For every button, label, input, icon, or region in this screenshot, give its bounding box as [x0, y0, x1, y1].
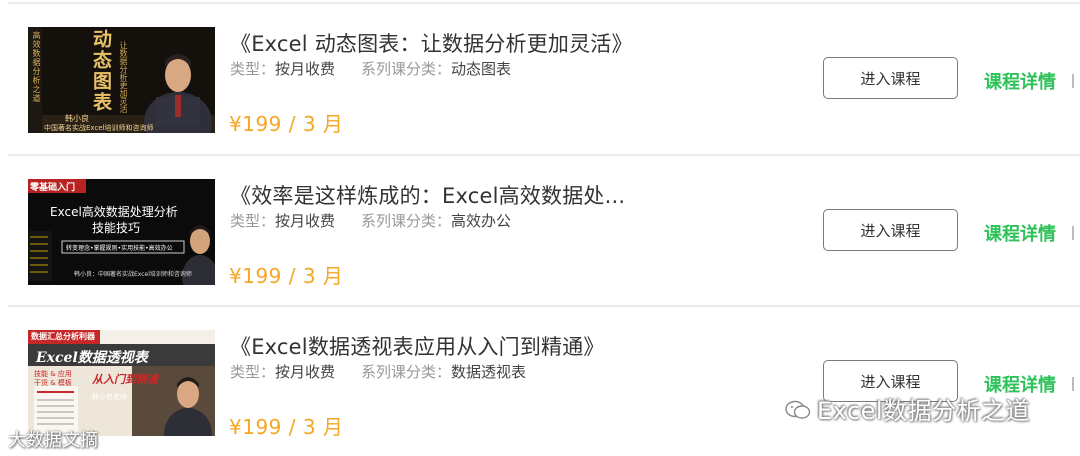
course-thumbnail[interactable]: 零基础入门 Excel高效数据处理分析 技能技巧 转变理念•掌握规则•实用技能•…	[28, 179, 215, 285]
course-thumbnail[interactable]: 数据汇总分析利器 Excel数据透视表 技能 & 应用 干货 & 模板 从入门到…	[28, 330, 215, 436]
watermark-text: Excel数据分析之道	[817, 397, 1031, 425]
course-detail-link[interactable]: 课程详情	[984, 68, 1056, 94]
enter-course-button[interactable]: 进入课程	[823, 57, 958, 99]
type-label: 类型：	[230, 363, 276, 381]
thumb-caption: 韩小良：中国著名实战Excel培训师和咨询师	[74, 271, 192, 278]
watermark-account: Excel数据分析之道	[785, 391, 1030, 426]
row-separator-tick	[1072, 74, 1074, 88]
thumb-badge: 零基础入门	[30, 183, 76, 193]
category-label: 系列课分类：	[361, 212, 452, 230]
thumb-headline: Excel数据透视表	[36, 350, 148, 366]
category-value: 高效办公	[451, 212, 512, 230]
type-value: 按月收费	[275, 60, 336, 78]
category-label: 系列课分类：	[361, 363, 452, 381]
course-price: ¥199 / 3 月	[229, 415, 344, 439]
thumb-sub-text: 让数据分析更加灵活	[119, 41, 128, 113]
type-value: 按月收费	[275, 212, 336, 230]
course-title[interactable]: 《效率是这样炼成的：Excel高效数据处...	[230, 180, 625, 210]
thumb-headline: Excel高效数据处理分析	[50, 205, 178, 219]
thumb-badge: 数据汇总分析利器	[31, 332, 95, 341]
row-separator-tick	[1072, 377, 1074, 391]
course-meta: 类型：按月收费 系列课分类：高效办公	[230, 210, 511, 231]
row-separator-tick	[1072, 226, 1074, 240]
category-value: 动态图表	[451, 60, 512, 78]
type-label: 类型：	[230, 60, 276, 78]
thumb-headline: 动态图表	[90, 29, 112, 113]
course-detail-link[interactable]: 课程详情	[984, 220, 1056, 246]
wechat-icon	[785, 398, 811, 426]
watermark-source: 大数据文摘	[8, 430, 98, 451]
course-row-1: 高效数据分析之道 动态图表 让数据分析更加灵活 韩小良 中国著名实战Excel培…	[0, 4, 1080, 154]
thumb-author: 韩小良老师	[92, 393, 127, 401]
thumb-tag-2: 干货 & 模板	[34, 379, 72, 387]
course-price: ¥199 / 3 月	[229, 112, 344, 136]
enter-course-button[interactable]: 进入课程	[823, 209, 958, 251]
category-label: 系列课分类：	[361, 60, 452, 78]
type-value: 按月收费	[275, 363, 336, 381]
course-meta: 类型：按月收费 系列课分类：数据透视表	[230, 361, 526, 382]
course-price: ¥199 / 3 月	[229, 264, 344, 288]
thumb-side-text: 高效数据分析之道	[32, 31, 41, 103]
course-meta: 类型：按月收费 系列课分类：动态图表	[230, 58, 511, 79]
course-title[interactable]: 《Excel数据透视表应用从入门到精通》	[230, 331, 605, 361]
course-row-2: 零基础入门 Excel高效数据处理分析 技能技巧 转变理念•掌握规则•实用技能•…	[0, 156, 1080, 306]
thumb-bar-text: 转变理念•掌握规则•实用技能•高效办公	[66, 245, 173, 252]
thumb-caption: 中国著名实战Excel培训师和咨询师	[44, 124, 154, 132]
thumb-slogan: 从入门到精通	[92, 373, 158, 386]
course-thumbnail[interactable]: 高效数据分析之道 动态图表 让数据分析更加灵活 韩小良 中国著名实战Excel培…	[28, 27, 215, 133]
type-label: 类型：	[230, 212, 276, 230]
course-title[interactable]: 《Excel 动态图表：让数据分析更加灵活》	[230, 28, 633, 58]
course-list: 高效数据分析之道 动态图表 让数据分析更加灵活 韩小良 中国著名实战Excel培…	[0, 0, 1080, 456]
category-value: 数据透视表	[451, 363, 527, 381]
thumb-subheadline: 技能技巧	[92, 221, 141, 235]
course-row-3: 数据汇总分析利器 Excel数据透视表 技能 & 应用 干货 & 模板 从入门到…	[0, 307, 1080, 456]
